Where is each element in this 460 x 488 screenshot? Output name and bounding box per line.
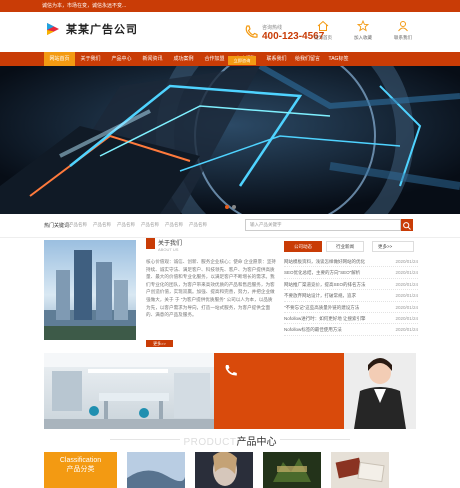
nav-contact[interactable]: 联系我们: [261, 52, 292, 66]
office-image: [44, 353, 214, 429]
product-class-box[interactable]: Classification 产品分类: [44, 452, 117, 488]
nav-news[interactable]: 新闻资讯: [137, 52, 168, 66]
about-marker: [146, 238, 155, 249]
contact-phone: 400-123-4567: [198, 12, 248, 21]
hot-keyword[interactable]: 产品名称: [117, 222, 135, 228]
header-icons: 设为首页 加入收藏 联系我们: [310, 20, 416, 41]
product-thumb[interactable]: [195, 452, 253, 488]
hot-keyword[interactable]: 产品名称: [93, 222, 111, 228]
news-item[interactable]: 不要放弃网站设计，打破常规，追求 2020/01/24: [284, 290, 418, 302]
set-home-label: 设为首页: [314, 35, 332, 40]
star-icon: [357, 20, 369, 32]
nav-tags[interactable]: TAG标签: [323, 52, 354, 66]
product-thumb[interactable]: [127, 452, 185, 488]
contact-address: 地址：广东省广州市天河区某某工业园88号: [186, 40, 267, 45]
news-date: 2020/01/24: [395, 270, 418, 276]
news-title: Nofollow标签的最佳使用方法: [284, 327, 342, 333]
class-title-en: Classification: [59, 457, 102, 464]
about-subtitle: ABOUT US: [158, 247, 179, 252]
news-date: 2020/01/24: [395, 315, 418, 321]
nav-join[interactable]: 合作加盟: [199, 52, 230, 66]
contact-banner: [44, 353, 416, 429]
news-date: 2020/01/24: [395, 281, 418, 287]
tab-industry-news[interactable]: 行业新闻: [326, 241, 364, 252]
news-date: 2020/01/24: [395, 293, 418, 299]
top-bar: 诚信为本，市场在变，诚信永远不变...: [0, 0, 460, 12]
about-heading: 关于我们 ABOUT US: [146, 238, 182, 252]
product-title-en: PRODUCT: [183, 437, 237, 448]
building-image: [44, 250, 136, 340]
contact-mobile: 手机：13800000000: [186, 33, 225, 38]
nav-cases[interactable]: 成功案例: [168, 52, 199, 66]
hot-keyword[interactable]: 产品名称: [141, 222, 159, 228]
set-home-link[interactable]: 设为首页: [310, 20, 336, 41]
home-icon: [317, 20, 329, 31]
news-item[interactable]: Nofollow标签的最佳使用方法 2020/01/24: [284, 324, 418, 336]
news-title: Nofollow进行时：如何更好地 让搜索引擎: [284, 315, 366, 321]
product-row: Classification 产品分类: [44, 452, 389, 488]
news-title: 不要放弃网站设计，打破常规，追求: [284, 293, 356, 299]
product-title-cn: 产品中心: [236, 437, 277, 448]
product-thumb[interactable]: [263, 452, 321, 488]
news-item[interactable]: SEO优化总结，主要的方向"SEO"解析 2020/01/24: [284, 267, 418, 279]
news-date: 2020/01/24: [395, 327, 418, 333]
search-button[interactable]: [401, 219, 413, 231]
news-title: SEO优化总结，主要的方向"SEO"解析: [284, 270, 361, 276]
search-icon: [403, 222, 411, 230]
about-title: 关于我们: [158, 241, 183, 247]
service-staff-image: [344, 353, 416, 429]
banner-dot[interactable]: [224, 205, 229, 209]
news-title: "不要忘记"这些高质量外链的建设方法: [284, 304, 360, 310]
nav-home[interactable]: 网站首页: [44, 52, 75, 66]
news-list: 网站模板资料，浅谈怎样做好网站的优化 2020/01/24 SEO优化总结，主要的…: [284, 256, 418, 336]
news-item[interactable]: Nofollow进行时：如何更好地 让搜索引擎 2020/01/24: [284, 313, 418, 325]
news-date: 2020/01/24: [395, 259, 418, 264]
hot-keyword[interactable]: 产品名称: [69, 222, 87, 228]
hot-keywords: 产品名称 产品名称 产品名称 产品名称 产品名称 产品名称: [69, 222, 207, 228]
news-item[interactable]: 网站模板资料，浅谈怎样做好网站的优化 2020/01/24: [284, 256, 418, 268]
about-image[interactable]: [44, 240, 136, 340]
nav-message[interactable]: 给我们留言: [292, 52, 323, 66]
nav-products[interactable]: 产品中心: [106, 52, 137, 66]
contact-panel: [214, 353, 416, 429]
user-icon: [398, 21, 408, 32]
banner-dots: [0, 205, 460, 209]
logo-mark-icon: [45, 21, 61, 37]
phone-icon: [225, 365, 237, 376]
banner-image: [0, 66, 460, 214]
contact-details: 联系人：张生 手机：13800000000 地址：广东省广州市天河区某某工业园8…: [186, 25, 266, 46]
about-more-button[interactable]: 更多>>: [146, 340, 173, 347]
hot-keyword[interactable]: 产品名称: [165, 222, 183, 228]
news-item[interactable]: "不要忘记"这些高质量外链的建设方法 2020/01/24: [284, 302, 418, 313]
news-tabs: 公司动态 行业新闻 更多>>: [284, 241, 414, 252]
product-heading: PRODUCT产品中心: [0, 432, 460, 450]
hot-keyword[interactable]: 产品名称: [189, 222, 207, 228]
contact-us-link[interactable]: 联系我们: [390, 20, 416, 41]
news-more-link[interactable]: 更多>>: [372, 241, 414, 252]
logo[interactable]: 某某广告公司: [45, 21, 138, 37]
company-name: 某某广告公司: [66, 24, 138, 36]
product-thumb[interactable]: [331, 452, 389, 488]
search-input[interactable]: 输入产品关键字: [245, 219, 401, 231]
contact-us-label: 联系我们: [394, 35, 412, 40]
banner-dot[interactable]: [231, 205, 236, 209]
top-bar-text: 诚信为本，市场在变，诚信永远不变...: [42, 3, 127, 9]
add-favorite-label: 加入收藏: [354, 35, 372, 40]
hero-banner[interactable]: [0, 66, 460, 214]
news-title: 网站推广渠道竞价，提高SEO的排名方法: [284, 281, 366, 287]
search-bar: 热门关键词： 产品名称 产品名称 产品名称 产品名称 产品名称 产品名称 输入产…: [0, 214, 460, 238]
tab-company-news[interactable]: 公司动态: [284, 241, 322, 252]
add-favorite-link[interactable]: 加入收藏: [350, 20, 376, 41]
news-date: 2020/01/24: [395, 304, 418, 310]
about-text: 核心价值观：诚信、创新、服务企业核心；使命 企业愿景：坚持持续、诚实守法、满足客…: [146, 259, 276, 318]
consult-button[interactable]: 立即咨询: [228, 56, 256, 65]
nav-about[interactable]: 关于我们: [75, 52, 106, 66]
contact-person: 联系人：张生: [186, 26, 212, 31]
class-title-cn: 产品分类: [66, 466, 95, 473]
news-item[interactable]: 网站推广渠道竞价，提高SEO的排名方法 2020/01/24: [284, 279, 418, 291]
news-title: 网站模板资料，浅谈怎样做好网站的优化: [284, 259, 365, 264]
